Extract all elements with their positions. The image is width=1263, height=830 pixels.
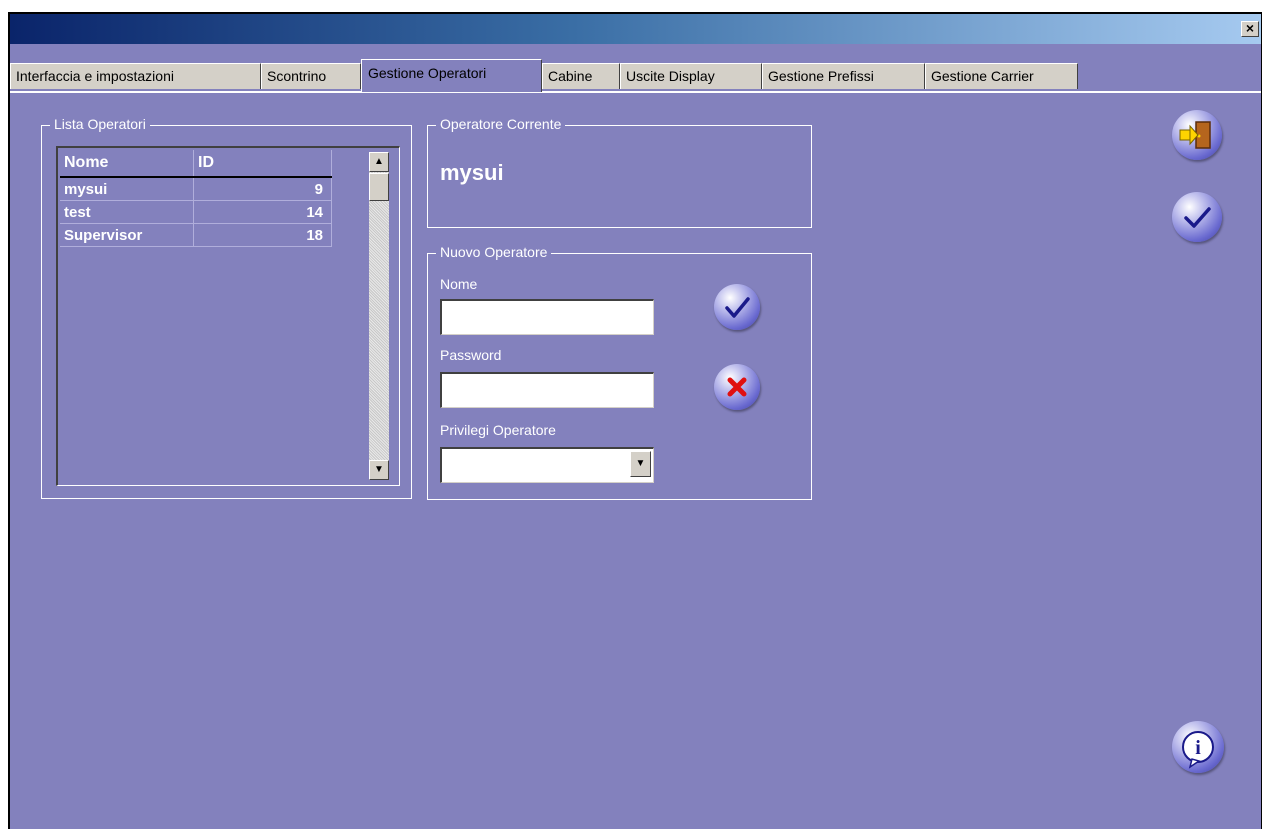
operatore-corrente-title: Operatore Corrente — [436, 116, 566, 132]
privilegi-label: Privilegi Operatore — [440, 422, 556, 438]
tab-strip: Interfaccia e impostazioni Scontrino Ges… — [10, 44, 1261, 92]
confirm-button[interactable] — [1172, 192, 1222, 242]
tab-uscite-display[interactable]: Uscite Display — [620, 63, 762, 89]
tab-gestione-carrier[interactable]: Gestione Carrier — [925, 63, 1078, 89]
table-row[interactable]: test 14 — [60, 200, 332, 224]
table-row[interactable]: mysui 9 — [60, 177, 332, 201]
password-input[interactable] — [440, 372, 654, 408]
info-icon: i — [1182, 731, 1214, 769]
exit-button[interactable] — [1172, 110, 1222, 160]
operator-name: test — [60, 200, 194, 224]
chevron-down-icon[interactable]: ▼ — [630, 451, 651, 477]
nuovo-operatore-title: Nuovo Operatore — [436, 244, 552, 260]
tab-gestione-operatori[interactable]: Gestione Operatori — [361, 59, 542, 92]
close-button[interactable]: × — [1241, 21, 1259, 37]
operator-id: 14 — [193, 200, 332, 224]
tab-gestione-prefissi[interactable]: Gestione Prefissi — [762, 63, 925, 89]
nome-input[interactable] — [440, 299, 654, 335]
svg-text:i: i — [1195, 737, 1201, 759]
scroll-thumb[interactable] — [369, 173, 389, 201]
main-window: × Interfaccia e impostazioni Scontrino G… — [8, 12, 1262, 829]
red-x-icon — [727, 377, 747, 397]
operatore-corrente-group: Operatore Corrente mysui — [427, 116, 812, 228]
password-label: Password — [440, 347, 502, 363]
lista-operatori-title: Lista Operatori — [50, 116, 150, 132]
tab-cabine[interactable]: Cabine — [542, 63, 620, 89]
operator-name: mysui — [60, 177, 194, 201]
privilegi-select[interactable]: ▼ — [440, 447, 654, 483]
nome-label: Nome — [440, 276, 478, 292]
checkmark-icon — [1184, 207, 1211, 228]
operator-id: 18 — [193, 223, 332, 247]
operators-list[interactable]: Nome ID mysui 9 test 14 Supervisor 18 ▲ — [56, 146, 400, 486]
tab-panel-border — [10, 91, 1261, 93]
add-operator-cancel-button[interactable] — [714, 364, 760, 410]
operators-table: Nome ID mysui 9 test 14 Supervisor 18 — [60, 150, 332, 247]
tab-scontrino[interactable]: Scontrino — [261, 63, 361, 89]
current-operator-name: mysui — [440, 160, 504, 185]
vertical-scrollbar[interactable]: ▲ ▼ — [369, 152, 389, 480]
nuovo-operatore-group: Nuovo Operatore Nome Password Privilegi … — [427, 244, 812, 500]
scroll-down-button[interactable]: ▼ — [369, 460, 389, 480]
column-header-nome[interactable]: Nome — [60, 150, 194, 178]
table-header-row: Nome ID — [60, 150, 332, 178]
title-bar: × — [10, 14, 1261, 44]
scroll-up-button[interactable]: ▲ — [369, 152, 389, 172]
lista-operatori-group: Lista Operatori Nome ID mysui 9 test 14 … — [41, 116, 412, 499]
add-operator-confirm-button[interactable] — [714, 284, 760, 330]
tab-interfaccia[interactable]: Interfaccia e impostazioni — [10, 63, 261, 89]
exit-door-icon — [1179, 121, 1211, 149]
operator-id: 9 — [193, 177, 332, 201]
checkmark-icon — [725, 297, 750, 318]
column-header-id[interactable]: ID — [193, 150, 332, 178]
operator-name: Supervisor — [60, 223, 194, 247]
table-row[interactable]: Supervisor 18 — [60, 223, 332, 247]
info-button[interactable]: i — [1172, 721, 1224, 773]
